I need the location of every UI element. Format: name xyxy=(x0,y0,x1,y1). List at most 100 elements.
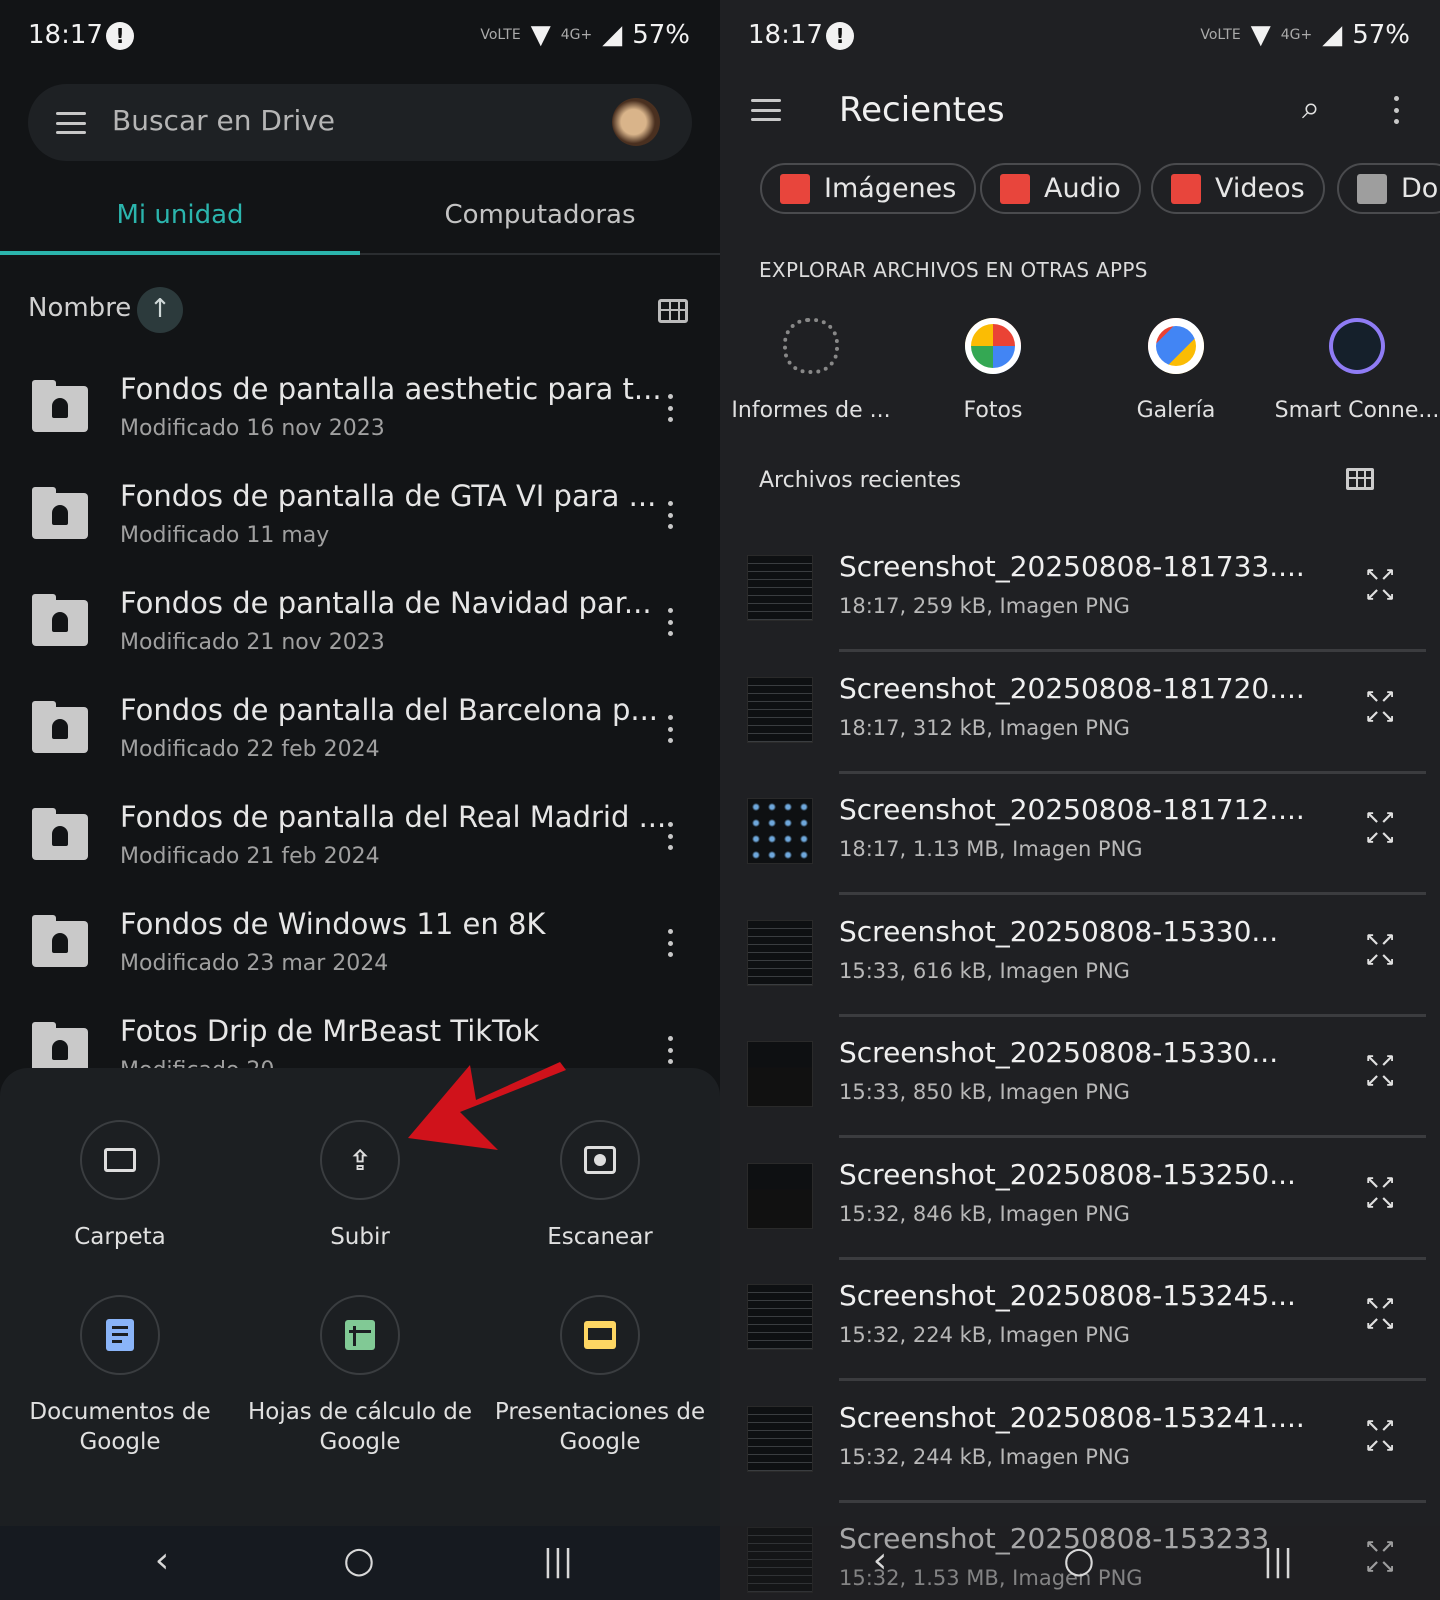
recents-icon[interactable]: ||| xyxy=(528,1544,588,1579)
file-meta: 18:17, 259 kB, Imagen PNG xyxy=(839,594,1130,618)
grid-view-icon[interactable] xyxy=(1346,468,1374,490)
divider xyxy=(839,1135,1426,1138)
more-options-icon[interactable] xyxy=(668,501,674,529)
folder-icon xyxy=(80,1120,160,1200)
more-options-icon[interactable] xyxy=(668,822,674,850)
search-icon[interactable]: ⌕ xyxy=(1302,88,1320,127)
expand-icon[interactable]: ↖↗ ↙↘ xyxy=(1360,1295,1400,1335)
signal-icon: ◢ xyxy=(602,20,623,50)
search-input[interactable]: Buscar en Drive xyxy=(112,104,335,137)
videos-icon xyxy=(1171,173,1201,204)
battery: 57% xyxy=(1352,20,1410,50)
expand-icon[interactable]: ↖↗ ↙↘ xyxy=(1360,930,1400,971)
app-shortcut[interactable]: Smart Conne... xyxy=(1267,318,1440,423)
menu-icon[interactable] xyxy=(56,112,86,134)
back-icon[interactable]: ‹ xyxy=(132,1540,192,1581)
app-shortcut[interactable]: Informes de ... xyxy=(721,318,901,423)
recent-file-row[interactable]: Screenshot_20250808-181712.... 18:17, 1.… xyxy=(720,785,1440,906)
expand-icon[interactable]: ↖↗ ↙↘ xyxy=(1360,687,1400,728)
folder-name: Fondos de pantalla de Navidad par... xyxy=(120,586,652,620)
folder-name: Fondos de pantalla del Real Madrid ... xyxy=(120,800,667,834)
status-time: 18:17 xyxy=(28,20,103,50)
shared-folder-icon xyxy=(32,380,88,432)
recent-file-row[interactable]: Screenshot_20250808-153241.... 15:32, 24… xyxy=(720,1393,1440,1514)
folder-modified: Modificado 16 nov 2023 xyxy=(120,416,385,441)
create-folder-button[interactable]: Carpeta xyxy=(0,1120,240,1252)
folder-name: Fondos de Windows 11 en 8K xyxy=(120,907,546,941)
divider xyxy=(839,1256,1426,1260)
chip-label: Videos xyxy=(1215,173,1305,204)
tab-computadoras[interactable]: Computadoras xyxy=(360,200,720,230)
file-name: Screenshot_20250808-153250... xyxy=(839,1157,1296,1191)
docs-icon xyxy=(80,1295,160,1375)
grid-view-icon[interactable] xyxy=(658,299,688,323)
more-options-icon[interactable] xyxy=(668,608,674,636)
recent-file-row[interactable]: Screenshot_20250808-181733.... 18:17, 25… xyxy=(720,542,1440,663)
chip-documents[interactable]: Do xyxy=(1337,163,1440,214)
sort-label[interactable]: Nombre xyxy=(28,293,131,323)
recent-file-row[interactable]: Screenshot_20250808-15330... 15:33, 616 … xyxy=(720,907,1440,1028)
signal-icon: ◢ xyxy=(1322,20,1343,50)
drive-screen: 18:17 ! VoLTE ▼ 4G+ ◢ 57% Buscar en Drive Mi… xyxy=(0,0,720,1600)
search-bar[interactable]: Buscar en Drive xyxy=(28,84,692,161)
chip-images[interactable]: Imágenes xyxy=(760,163,977,214)
chip-audio[interactable]: Audio xyxy=(980,163,1141,214)
chip-label: Do xyxy=(1401,173,1439,204)
folder-row[interactable]: Fondos de pantalla de GTA VI para ... Mo… xyxy=(0,471,720,578)
tab-mi-unidad[interactable]: Mi unidad xyxy=(0,200,360,230)
folder-row[interactable]: Fondos de pantalla aesthetic para t... M… xyxy=(0,364,720,471)
expand-icon[interactable]: ↖↗ ↙↘ xyxy=(1360,1416,1400,1457)
more-options-icon[interactable] xyxy=(1394,96,1400,124)
create-sheets-button[interactable]: Hojas de cálculo de Google xyxy=(240,1295,480,1457)
folder-name: Fondos de pantalla del Barcelona p... xyxy=(120,693,659,727)
home-icon[interactable]: ○ xyxy=(329,1540,389,1581)
recents-icon[interactable]: ||| xyxy=(1248,1544,1308,1579)
expand-icon[interactable]: ↖↗ ↙↘ xyxy=(1360,1052,1400,1092)
recent-file-row[interactable]: Screenshot_20250808-181720.... 18:17, 31… xyxy=(720,664,1440,785)
divider xyxy=(839,1499,1426,1503)
app-label: Galería xyxy=(1136,398,1216,423)
expand-icon[interactable]: ↖↗ ↙↘ xyxy=(1360,809,1400,849)
action-label: Hojas de cálculo de Google xyxy=(247,1399,473,1455)
recent-file-row[interactable]: Screenshot_20250808-153250... 15:32, 846… xyxy=(720,1150,1440,1271)
action-label: Presentaciones de Google xyxy=(494,1399,706,1455)
chip-videos[interactable]: Videos xyxy=(1151,163,1325,214)
shared-folder-icon xyxy=(32,701,88,753)
expand-icon[interactable]: ↖↗ ↙↘ xyxy=(1360,566,1400,606)
recent-file-row[interactable]: Screenshot_20250808-153245... 15:32, 224… xyxy=(720,1271,1440,1392)
folder-row[interactable]: Fondos de pantalla del Barcelona p... Mo… xyxy=(0,685,720,792)
sort-direction-arrow-up-icon[interactable]: ↑ xyxy=(137,287,183,333)
divider xyxy=(839,770,1426,774)
folder-name: Fondos de pantalla de GTA VI para ... xyxy=(120,479,657,513)
explore-heading: EXPLORAR ARCHIVOS EN OTRAS APPS xyxy=(759,258,1148,282)
create-new-sheet: Carpeta ⇪ Subir Escanear Documentos de G… xyxy=(0,1068,720,1600)
folder-name: Fotos Drip de MrBeast TikTok xyxy=(120,1014,540,1048)
more-options-icon[interactable] xyxy=(668,1036,674,1064)
menu-icon[interactable] xyxy=(751,99,781,121)
files-screen: 18:17 ! VoLTE ▼ 4G+ ◢ 57% Recientes ⌕ Imágen… xyxy=(720,0,1440,1600)
file-name: Screenshot_20250808-15330... xyxy=(839,1036,1279,1069)
folder-row[interactable]: Fondos de Windows 11 en 8K Modificado 23… xyxy=(0,899,720,1006)
create-docs-button[interactable]: Documentos de Google xyxy=(0,1295,240,1457)
action-label: Documentos de Google xyxy=(29,1399,211,1455)
smart-connect-icon xyxy=(1329,318,1385,374)
folder-modified: Modificado 22 feb 2024 xyxy=(120,737,380,762)
file-thumbnail xyxy=(747,798,813,864)
file-thumbnail xyxy=(747,676,813,743)
back-icon[interactable]: ‹ xyxy=(850,1540,910,1581)
recent-file-row[interactable]: Screenshot_20250808-15330... 15:33, 850 … xyxy=(720,1028,1440,1149)
file-meta: 18:17, 312 kB, Imagen PNG xyxy=(839,715,1130,740)
folder-row[interactable]: Fondos de pantalla de Navidad par... Mod… xyxy=(0,578,720,685)
app-shortcut[interactable]: Galería xyxy=(1086,318,1266,423)
more-options-icon[interactable] xyxy=(668,715,674,743)
folder-modified: Modificado 11 may xyxy=(120,523,330,548)
more-options-icon[interactable] xyxy=(668,929,674,957)
avatar[interactable] xyxy=(612,98,660,146)
system-nav-bar: ‹ ○ ||| xyxy=(0,1526,720,1600)
home-icon[interactable]: ○ xyxy=(1049,1540,1109,1581)
more-options-icon[interactable] xyxy=(668,394,674,422)
folder-row[interactable]: Fondos de pantalla del Real Madrid ... M… xyxy=(0,792,720,899)
expand-icon[interactable]: ↖↗ ↙↘ xyxy=(1360,1173,1400,1214)
app-shortcut[interactable]: Fotos xyxy=(903,318,1083,423)
create-slides-button[interactable]: Presentaciones de Google xyxy=(480,1295,720,1457)
